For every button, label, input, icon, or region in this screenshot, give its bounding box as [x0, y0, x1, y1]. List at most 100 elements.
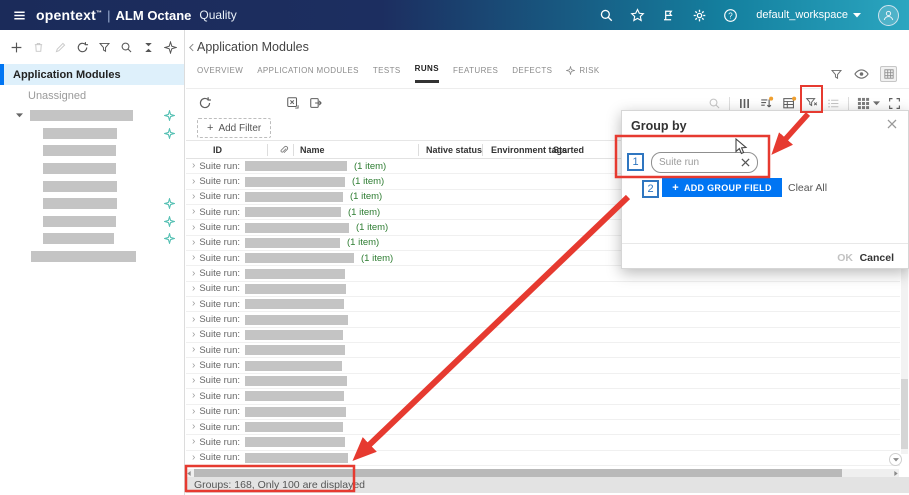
expand-row-icon[interactable]: ›: [192, 191, 195, 202]
group-by-icon[interactable]: [782, 96, 797, 110]
scroll-left-icon[interactable]: [187, 470, 191, 476]
vertical-scrollbar-thumb[interactable]: [901, 379, 908, 449]
tree-item[interactable]: [0, 195, 184, 213]
tree-item[interactable]: [0, 230, 184, 248]
table-row[interactable]: › Suite run:: [186, 358, 900, 374]
expand-row-icon[interactable]: ›: [192, 329, 195, 340]
tab-features[interactable]: FEATURES: [453, 64, 498, 83]
add-group-field-button[interactable]: + ADD GROUP FIELD: [662, 178, 782, 197]
tree-item[interactable]: [0, 142, 184, 160]
refresh-icon[interactable]: [198, 96, 212, 110]
expand-row-icon[interactable]: ›: [192, 268, 195, 279]
expand-row-icon[interactable]: ›: [192, 406, 195, 417]
export-excel-icon[interactable]: [286, 96, 300, 110]
paperclip-icon[interactable]: [278, 144, 289, 156]
table-row[interactable]: › Suite run:: [186, 435, 900, 451]
export-icon[interactable]: [309, 96, 323, 110]
expand-row-icon[interactable]: ›: [192, 375, 195, 386]
collapse-panel-icon[interactable]: [186, 42, 197, 53]
search-icon[interactable]: [120, 41, 133, 54]
expand-row-icon[interactable]: ›: [192, 161, 195, 171]
help-icon[interactable]: ?: [721, 6, 739, 24]
clear-field-icon[interactable]: [741, 158, 750, 167]
column-header-id[interactable]: ID: [213, 145, 222, 155]
menu-icon[interactable]: [10, 6, 28, 24]
horizontal-scrollbar[interactable]: [186, 469, 899, 477]
star-icon[interactable]: [628, 6, 646, 24]
expand-row-icon[interactable]: ›: [192, 452, 195, 463]
column-header-native-status[interactable]: Native status: [426, 145, 482, 155]
expand-row-icon[interactable]: ›: [192, 299, 195, 309]
column-divider[interactable]: [482, 144, 483, 156]
table-row[interactable]: › Suite run:: [186, 451, 900, 466]
expand-row-icon[interactable]: ›: [192, 176, 195, 187]
group-field-input[interactable]: Suite run: [651, 152, 758, 173]
view-selector-icon[interactable]: [857, 97, 880, 110]
sidebar-item-application-modules[interactable]: Application Modules: [0, 64, 184, 85]
column-divider[interactable]: [293, 144, 294, 156]
cancel-button[interactable]: Cancel: [860, 252, 894, 264]
table-row[interactable]: › Suite run:: [186, 405, 900, 420]
column-picker-icon[interactable]: [738, 97, 751, 110]
eye-icon[interactable]: [854, 68, 869, 80]
expand-row-icon[interactable]: ›: [192, 222, 195, 233]
expand-row-icon[interactable]: ›: [192, 314, 195, 325]
table-row[interactable]: › Suite run:: [186, 312, 900, 328]
tree-item[interactable]: [0, 177, 184, 195]
tree-item[interactable]: [0, 125, 184, 143]
expand-row-icon[interactable]: ›: [192, 360, 195, 371]
delete-icon[interactable]: [32, 41, 45, 54]
table-row[interactable]: › Suite run:: [186, 282, 900, 298]
table-row[interactable]: › Suite run:: [186, 389, 900, 405]
ok-button[interactable]: OK: [837, 252, 853, 264]
column-header-name[interactable]: Name: [300, 145, 325, 155]
expand-row-icon[interactable]: ›: [192, 422, 195, 432]
filter-settings-icon[interactable]: [805, 96, 819, 110]
expand-row-icon[interactable]: ›: [192, 237, 195, 248]
news-icon[interactable]: [659, 6, 677, 24]
sparkle-icon[interactable]: [164, 40, 177, 54]
search-icon[interactable]: [597, 6, 615, 24]
avatar[interactable]: [878, 4, 899, 26]
flat-list-icon[interactable]: [827, 97, 840, 110]
tab-application-modules[interactable]: APPLICATION MODULES: [257, 64, 359, 83]
expand-row-icon[interactable]: ›: [192, 253, 195, 263]
sidebar-item-unassigned[interactable]: Unassigned: [0, 85, 184, 106]
expand-row-icon[interactable]: ›: [192, 437, 195, 447]
expand-row-icon[interactable]: ›: [192, 283, 195, 294]
filter-icon[interactable]: [98, 41, 111, 54]
scroll-down-button[interactable]: [889, 453, 902, 466]
gear-icon[interactable]: [690, 6, 708, 24]
tree-item[interactable]: [0, 107, 184, 125]
table-row[interactable]: › Suite run:: [186, 297, 900, 313]
expand-row-icon[interactable]: ›: [192, 345, 195, 355]
tab-runs[interactable]: RUNS: [414, 64, 439, 83]
table-row[interactable]: › Suite run:: [186, 328, 900, 344]
workspace-selector[interactable]: default_workspace: [756, 9, 861, 21]
tab-tests[interactable]: TESTS: [373, 64, 401, 83]
filter-icon[interactable]: [830, 68, 843, 81]
column-divider[interactable]: [418, 144, 419, 156]
add-icon[interactable]: [10, 41, 23, 54]
tree-item[interactable]: [0, 213, 184, 231]
expander-icon[interactable]: [16, 113, 23, 118]
sort-icon[interactable]: [759, 96, 774, 110]
expand-row-icon[interactable]: ›: [192, 207, 195, 217]
column-divider[interactable]: [267, 144, 268, 156]
add-filter-button[interactable]: + Add Filter: [197, 118, 272, 138]
horizontal-scrollbar-thumb[interactable]: [194, 469, 842, 477]
refresh-icon[interactable]: [76, 41, 89, 54]
search-icon[interactable]: [708, 97, 721, 110]
table-row[interactable]: › Suite run:: [186, 420, 900, 436]
tab-risk[interactable]: RISK: [566, 64, 599, 83]
clear-all-link[interactable]: Clear All: [788, 182, 827, 194]
scroll-right-icon[interactable]: [894, 470, 898, 476]
close-icon[interactable]: [887, 119, 897, 129]
tree-item[interactable]: [0, 248, 184, 266]
tab-overview[interactable]: OVERVIEW: [197, 64, 243, 83]
collapse-all-icon[interactable]: [142, 41, 155, 54]
column-header-started[interactable]: Started: [553, 145, 584, 155]
edit-icon[interactable]: [54, 41, 67, 54]
tree-item[interactable]: [0, 160, 184, 178]
cards-view-icon[interactable]: [880, 66, 897, 82]
